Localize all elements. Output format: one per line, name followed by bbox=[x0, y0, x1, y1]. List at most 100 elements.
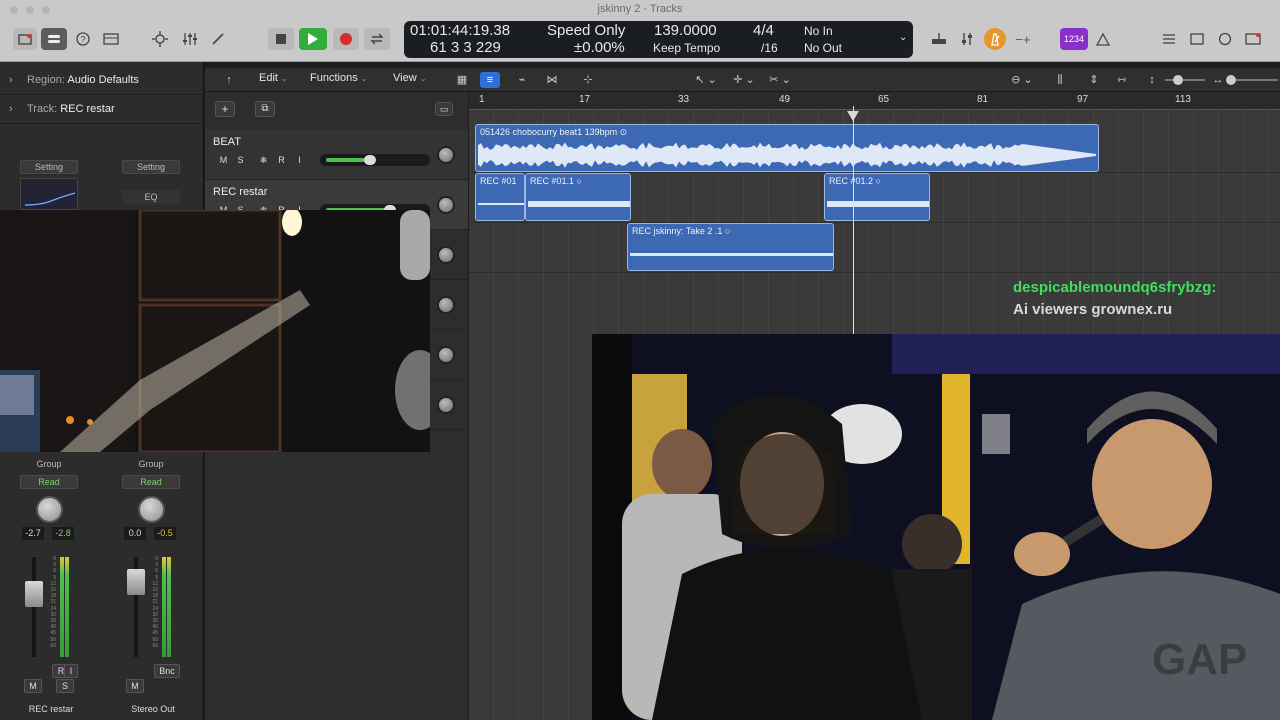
eq-button-2[interactable]: EQ bbox=[122, 190, 180, 204]
freeze-button-beat[interactable]: ❄ bbox=[257, 154, 270, 166]
setting-button-2[interactable]: Setting bbox=[122, 160, 180, 174]
volume-slider-beat[interactable] bbox=[320, 154, 430, 166]
audio-region-take-2[interactable]: REC jskinny: Take 2 .1 ○ bbox=[627, 223, 834, 271]
list-view-icon[interactable]: ≡ bbox=[480, 72, 500, 88]
loops-button[interactable] bbox=[1214, 28, 1236, 50]
mute-button-beat[interactable]: M bbox=[217, 154, 230, 166]
bounce-button[interactable]: Bnc bbox=[154, 664, 180, 678]
global-tracks-button[interactable]: ▭ bbox=[435, 102, 453, 116]
automation-read-1[interactable]: Read bbox=[20, 475, 78, 489]
fader-cap-2[interactable] bbox=[127, 569, 145, 595]
menu-functions[interactable]: Functions ⌄ bbox=[310, 72, 367, 84]
solo-button[interactable] bbox=[956, 28, 978, 50]
pan-knob-beat[interactable] bbox=[437, 146, 455, 164]
track-name-beat[interactable]: BEAT bbox=[213, 136, 241, 148]
setting-button-1[interactable]: Setting bbox=[20, 160, 78, 174]
input-button-beat[interactable]: I bbox=[293, 154, 306, 166]
region-inspector-header[interactable]: › Region: Audio Defaults bbox=[0, 66, 204, 95]
flex-icon[interactable]: ⋈ bbox=[542, 72, 562, 88]
pan-knob-3[interactable] bbox=[437, 246, 455, 264]
automation-read-2[interactable]: Read bbox=[122, 475, 180, 489]
audio-region-rec-01[interactable]: REC #01 bbox=[475, 173, 525, 221]
pan-knob-2[interactable] bbox=[138, 496, 165, 523]
solo-button-beat[interactable]: S bbox=[234, 154, 247, 166]
volume-knob-beat[interactable] bbox=[364, 155, 377, 165]
pan-knob-1[interactable] bbox=[36, 496, 63, 523]
count-in-button[interactable]: −+ bbox=[1010, 28, 1036, 50]
tuner-button[interactable] bbox=[928, 28, 950, 50]
overlay-line-1: despicablemoundq6sfrybzg: bbox=[1013, 279, 1217, 296]
cycle-button[interactable] bbox=[364, 28, 390, 50]
waveform-zoom-icon[interactable]: ⫼ bbox=[1050, 72, 1070, 88]
mute-button-1[interactable]: M bbox=[24, 679, 42, 693]
menu-edit[interactable]: Edit ⌄ bbox=[259, 72, 288, 84]
menu-functions-label: Functions bbox=[310, 72, 358, 84]
snap-tool-icon[interactable]: ✂ ⌄ bbox=[766, 72, 794, 88]
menu-view[interactable]: View ⌄ bbox=[393, 72, 426, 84]
group-label-1[interactable]: Group bbox=[20, 458, 78, 472]
strip-name-2[interactable]: Stereo Out bbox=[113, 704, 193, 714]
automation-icon[interactable]: ⌁ bbox=[512, 72, 532, 88]
view-options-icon[interactable]: ⊖ ⌄ bbox=[1008, 72, 1036, 88]
vertical-zoom-thumb[interactable] bbox=[1173, 75, 1183, 85]
pan-knob-5[interactable] bbox=[437, 346, 455, 364]
chevron-down-icon[interactable]: ⌄ bbox=[899, 32, 907, 43]
chevron-down-icon: ⌄ bbox=[281, 74, 288, 83]
region-label: REC #01.1 bbox=[530, 176, 575, 186]
vertical-zoom-slider[interactable] bbox=[1165, 79, 1205, 81]
strip-name-1[interactable]: REC restar bbox=[11, 704, 91, 714]
audio-region-rec-01-2[interactable]: REC #01.2 ○ bbox=[824, 173, 930, 221]
track-name-rec-restar[interactable]: REC restar bbox=[213, 186, 267, 198]
inspector-button[interactable] bbox=[41, 28, 67, 50]
editors-button[interactable] bbox=[206, 28, 230, 50]
vertical-zoom-icon[interactable]: ↕ bbox=[1142, 72, 1162, 88]
lcd-display[interactable]: 01:01:44:19.38 61 3 3 229 Speed Only ±0.… bbox=[404, 21, 913, 58]
pan-knob-rec[interactable] bbox=[437, 196, 455, 214]
library-button[interactable] bbox=[13, 28, 37, 50]
quick-help-button[interactable]: ? bbox=[72, 28, 94, 50]
fit-horizontal-icon[interactable]: ⇿ bbox=[1112, 72, 1132, 88]
playhead[interactable] bbox=[853, 106, 854, 336]
count-badge[interactable]: 1234 bbox=[1060, 28, 1088, 50]
fit-vertical-icon[interactable]: ⇕ bbox=[1084, 72, 1104, 88]
catch-icon[interactable]: ⊹ bbox=[578, 72, 598, 88]
group-label-2[interactable]: Group bbox=[122, 458, 180, 472]
horizontal-zoom-thumb[interactable] bbox=[1226, 75, 1236, 85]
metronome-button[interactable] bbox=[984, 28, 1006, 50]
add-track-button[interactable]: + bbox=[215, 101, 235, 117]
meter-scale-tick: 60 bbox=[50, 642, 56, 649]
volume-value-2[interactable]: 0.0 bbox=[124, 527, 146, 540]
track-header-beat[interactable]: BEAT M S ❄ R I bbox=[205, 130, 468, 180]
mixer-button[interactable] bbox=[178, 28, 202, 50]
notes-button[interactable] bbox=[1186, 28, 1208, 50]
fader-cap-1[interactable] bbox=[25, 581, 43, 607]
volume-value-1[interactable]: -2.7 bbox=[22, 527, 44, 540]
horizontal-zoom-icon[interactable]: ↔ bbox=[1208, 72, 1228, 88]
grid-view-icon[interactable]: ▦ bbox=[452, 72, 472, 88]
track-inspector-header[interactable]: › Track: REC restar bbox=[0, 95, 204, 124]
solo-button-1[interactable]: S bbox=[56, 679, 74, 693]
pan-knob-4[interactable] bbox=[437, 296, 455, 314]
warning-button[interactable] bbox=[1093, 28, 1113, 50]
stop-button[interactable] bbox=[268, 28, 294, 50]
fader-track-1[interactable] bbox=[32, 557, 36, 657]
list-editors-button[interactable] bbox=[1158, 28, 1180, 50]
smart-controls-button[interactable] bbox=[148, 28, 172, 50]
back-arrow-icon[interactable]: ↑ bbox=[219, 72, 239, 88]
toolbar-button[interactable] bbox=[99, 28, 123, 50]
plus-tool-icon[interactable]: ✛ ⌄ bbox=[730, 72, 758, 88]
input-monitor-button-1[interactable]: I bbox=[64, 664, 78, 678]
eq-thumbnail-1[interactable] bbox=[20, 178, 78, 210]
waveform bbox=[478, 203, 524, 205]
record-button[interactable] bbox=[333, 28, 359, 50]
audio-region-rec-01-1[interactable]: REC #01.1 ○ bbox=[525, 173, 631, 221]
pan-knob-6[interactable] bbox=[437, 396, 455, 414]
audio-region-beat[interactable]: 051426 chobocurry beat1 139bpm ⊙ bbox=[475, 124, 1099, 172]
play-button[interactable] bbox=[299, 28, 327, 50]
browsers-button[interactable] bbox=[1242, 28, 1264, 50]
bar-ruler[interactable]: 1 17 33 49 65 81 97 113 bbox=[469, 92, 1280, 110]
record-button-beat[interactable]: R bbox=[275, 154, 288, 166]
mute-button-2[interactable]: M bbox=[126, 679, 144, 693]
duplicate-track-button[interactable]: ⧉ bbox=[255, 101, 275, 117]
pointer-tool-icon[interactable]: ↖ ⌄ bbox=[692, 72, 720, 88]
